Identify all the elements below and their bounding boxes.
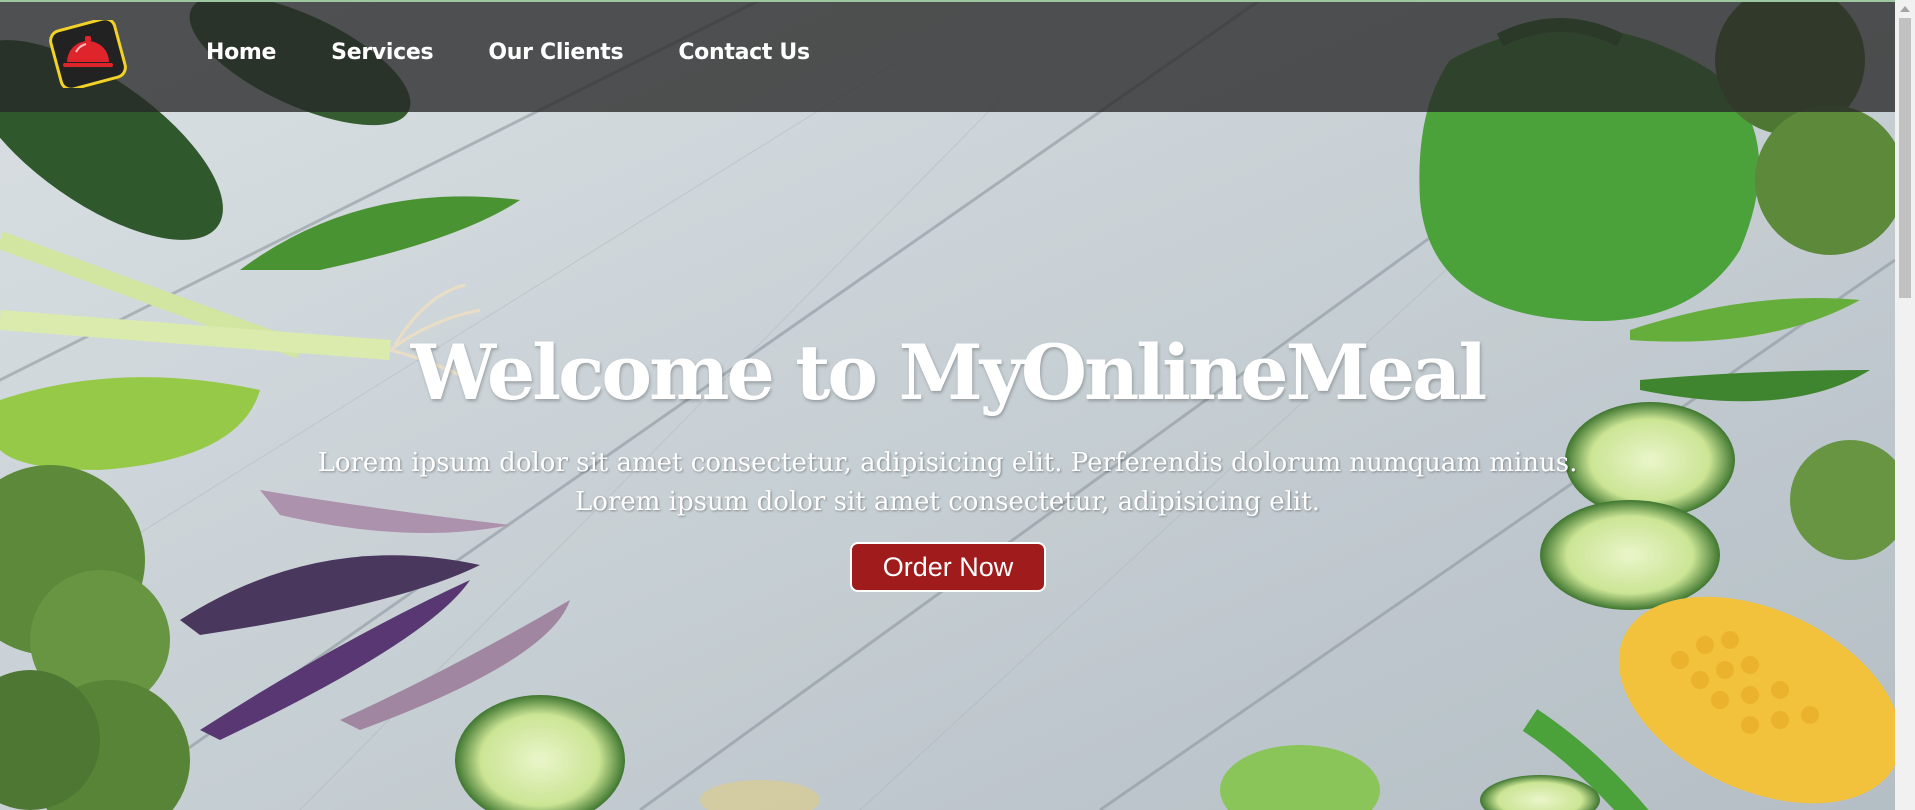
order-now-button[interactable]: Order Now	[850, 542, 1046, 592]
hero-description: Lorem ipsum dolor sit amet consectetur, …	[0, 444, 1895, 522]
food-cloche-icon	[49, 17, 127, 91]
scrollbar-thumb[interactable]	[1899, 18, 1911, 298]
nav-link-home[interactable]: Home	[206, 40, 276, 65]
nav-link-contact-us[interactable]: Contact Us	[678, 40, 810, 65]
hero-description-line-2: Lorem ipsum dolor sit amet consectetur, …	[575, 487, 1320, 517]
nav-links: Home Services Our Clients Contact Us	[206, 40, 865, 65]
nav-link-services[interactable]: Services	[331, 40, 433, 65]
vertical-scrollbar[interactable]	[1895, 0, 1915, 810]
hero-description-line-1: Lorem ipsum dolor sit amet consectetur, …	[317, 448, 1578, 478]
top-navbar: Home Services Our Clients Contact Us	[0, 0, 1895, 112]
scroll-up-arrow-icon[interactable]	[1900, 6, 1910, 12]
logo[interactable]	[49, 17, 127, 91]
nav-link-our-clients[interactable]: Our Clients	[488, 40, 623, 65]
hero-title: Welcome to MyOnlineMeal	[410, 328, 1488, 417]
